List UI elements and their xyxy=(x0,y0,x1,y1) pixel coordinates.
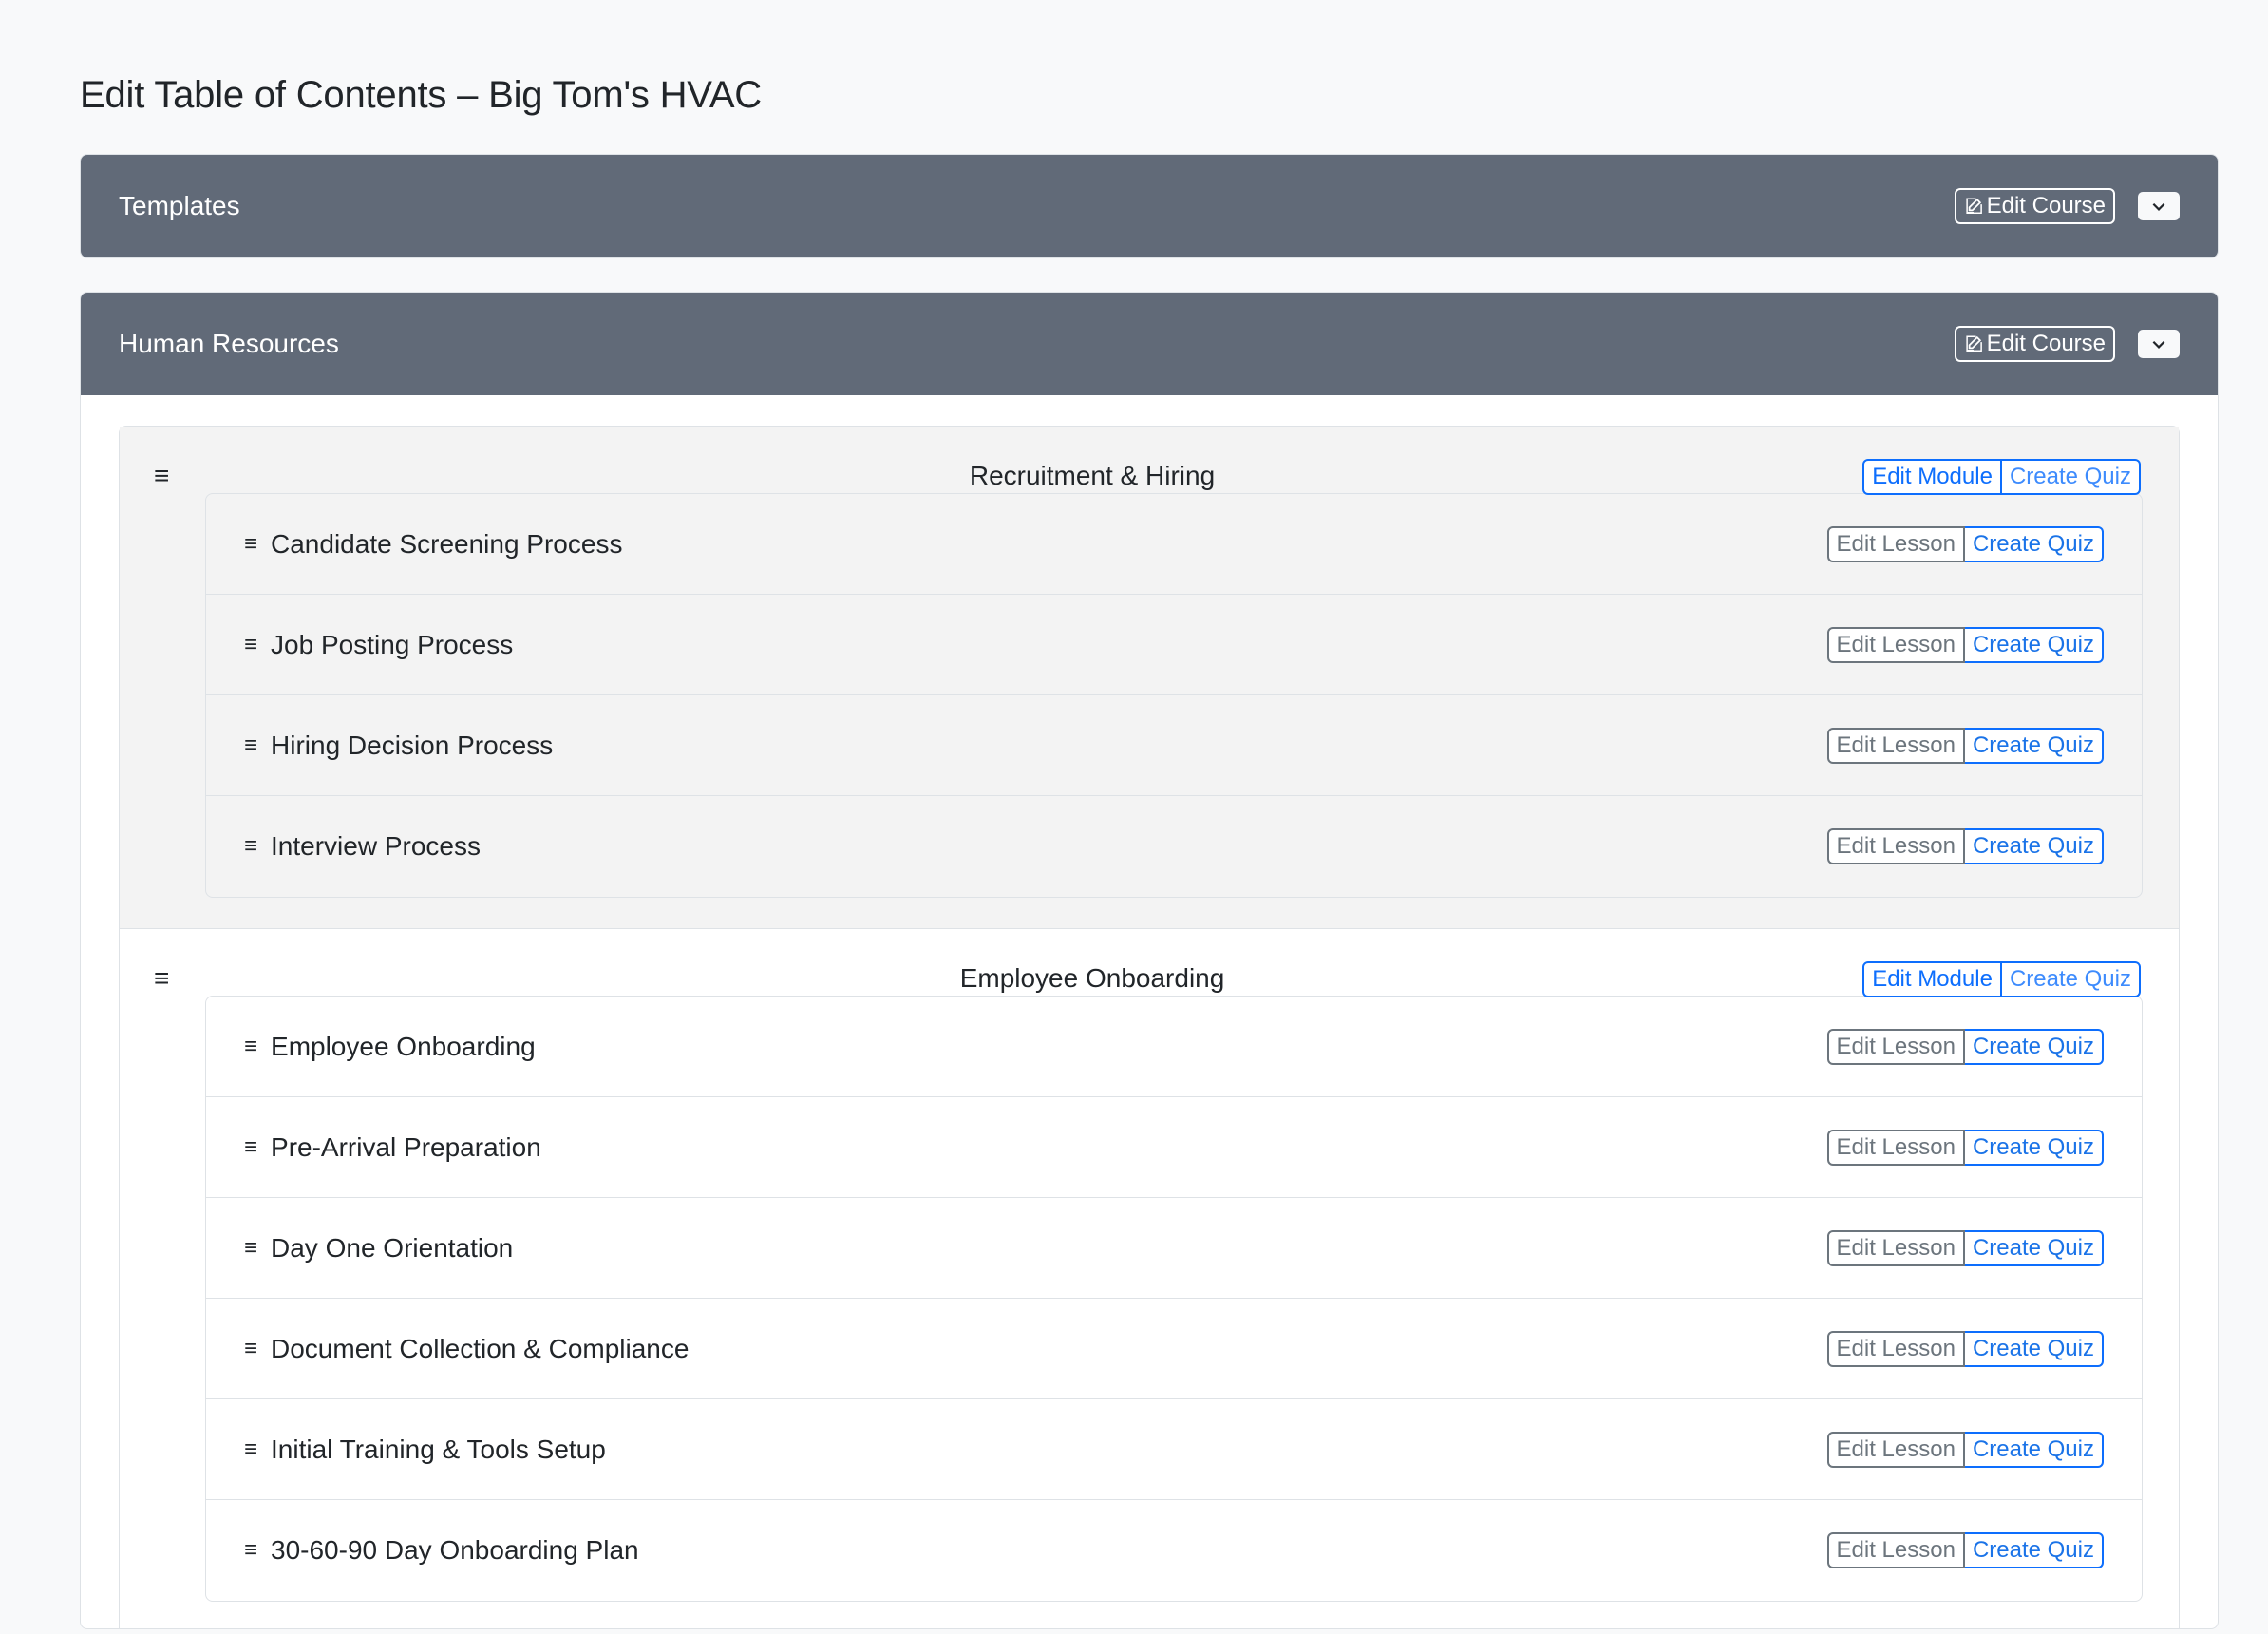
edit-lesson-button[interactable]: Edit Lesson xyxy=(1826,626,1965,663)
edit-lesson-button[interactable]: Edit Lesson xyxy=(1826,1330,1965,1367)
edit-icon xyxy=(1965,198,1982,214)
module-actions: Edit Module Create Quiz xyxy=(1862,961,2141,998)
course-header: Human Resources Edit Course xyxy=(81,293,2218,395)
lesson-title: Interview Process xyxy=(271,831,481,861)
edit-course-button[interactable]: Edit Course xyxy=(1954,188,2115,224)
lesson-row: ≡ 30-60-90 Day Onboarding Plan Edit Less… xyxy=(206,1500,2142,1601)
page-title: Edit Table of Contents – Big Tom's HVAC xyxy=(80,74,762,116)
edit-lesson-button[interactable]: Edit Lesson xyxy=(1826,1431,1965,1468)
create-quiz-button[interactable]: Create Quiz xyxy=(1964,1028,2104,1065)
module-header: ≡ Recruitment & Hiring Edit Module Creat… xyxy=(154,459,2141,495)
drag-handle-icon[interactable]: ≡ xyxy=(244,632,257,658)
create-quiz-button[interactable]: Create Quiz xyxy=(2001,459,2141,495)
lesson-actions: Edit Lesson Create Quiz xyxy=(1826,1431,2104,1468)
edit-module-button[interactable]: Edit Module xyxy=(1862,961,2002,998)
lesson-row: ≡ Initial Training & Tools Setup Edit Le… xyxy=(206,1399,2142,1500)
create-quiz-button[interactable]: Create Quiz xyxy=(1964,727,2104,764)
lesson-actions: Edit Lesson Create Quiz xyxy=(1826,626,2104,663)
lesson-title: Job Posting Process xyxy=(271,629,514,659)
lesson-row: ≡ Document Collection & Compliance Edit … xyxy=(206,1299,2142,1399)
lesson-title: Pre-Arrival Preparation xyxy=(271,1131,541,1162)
create-quiz-button[interactable]: Create Quiz xyxy=(1964,1229,2104,1266)
create-quiz-button[interactable]: Create Quiz xyxy=(1964,1330,2104,1367)
lesson-title: Candidate Screening Process xyxy=(271,528,623,559)
lesson-row: ≡ Day One Orientation Edit Lesson Create… xyxy=(206,1198,2142,1299)
collapse-toggle-button[interactable] xyxy=(2138,192,2180,220)
edit-lesson-button[interactable]: Edit Lesson xyxy=(1826,1129,1965,1166)
create-quiz-button[interactable]: Create Quiz xyxy=(1964,1129,2104,1166)
edit-lesson-button[interactable]: Edit Lesson xyxy=(1826,1229,1965,1266)
edit-icon xyxy=(1965,335,1982,352)
edit-lesson-button[interactable]: Edit Lesson xyxy=(1826,1028,1965,1065)
lesson-actions: Edit Lesson Create Quiz xyxy=(1826,1028,2104,1065)
lesson-title: Document Collection & Compliance xyxy=(271,1333,690,1363)
create-quiz-button[interactable]: Create Quiz xyxy=(1964,828,2104,864)
lesson-row: ≡ Job Posting Process Edit Lesson Create… xyxy=(206,595,2142,695)
create-quiz-button[interactable]: Create Quiz xyxy=(2001,961,2141,998)
course-card-human-resources: Human Resources Edit Course ≡ Recruitmen… xyxy=(80,292,2219,1629)
lesson-row: ≡ Hiring Decision Process Edit Lesson Cr… xyxy=(206,695,2142,796)
edit-module-button[interactable]: Edit Module xyxy=(1862,459,2002,495)
lesson-actions: Edit Lesson Create Quiz xyxy=(1826,525,2104,562)
drag-handle-icon[interactable]: ≡ xyxy=(244,1235,257,1262)
lesson-row: ≡ Candidate Screening Process Edit Lesso… xyxy=(206,494,2142,595)
drag-handle-icon[interactable]: ≡ xyxy=(244,1537,257,1564)
edit-course-button[interactable]: Edit Course xyxy=(1954,326,2115,362)
lesson-title: 30-60-90 Day Onboarding Plan xyxy=(271,1535,639,1565)
module-header: ≡ Employee Onboarding Edit Module Create… xyxy=(154,961,2141,998)
create-quiz-button[interactable]: Create Quiz xyxy=(1964,1532,2104,1568)
lesson-actions: Edit Lesson Create Quiz xyxy=(1826,1129,2104,1166)
course-title: Templates xyxy=(119,191,240,220)
lesson-actions: Edit Lesson Create Quiz xyxy=(1826,1330,2104,1367)
edit-lesson-button[interactable]: Edit Lesson xyxy=(1826,1532,1965,1568)
chevron-down-icon xyxy=(2152,202,2165,211)
lesson-list: ≡ Employee Onboarding Edit Lesson Create… xyxy=(205,996,2143,1602)
edit-lesson-button[interactable]: Edit Lesson xyxy=(1826,828,1965,864)
drag-handle-icon[interactable]: ≡ xyxy=(154,459,169,493)
lesson-title: Day One Orientation xyxy=(271,1232,514,1263)
module-list: ≡ Recruitment & Hiring Edit Module Creat… xyxy=(119,426,2180,1628)
module-title: Employee Onboarding xyxy=(959,963,1225,993)
lesson-list: ≡ Candidate Screening Process Edit Lesso… xyxy=(205,493,2143,898)
lesson-actions: Edit Lesson Create Quiz xyxy=(1826,828,2104,864)
module-employee-onboarding: ≡ Employee Onboarding Edit Module Create… xyxy=(120,929,2179,1628)
drag-handle-icon[interactable]: ≡ xyxy=(244,833,257,860)
drag-handle-icon[interactable]: ≡ xyxy=(244,531,257,558)
create-quiz-button[interactable]: Create Quiz xyxy=(1964,626,2104,663)
module-recruitment-hiring: ≡ Recruitment & Hiring Edit Module Creat… xyxy=(120,427,2179,929)
edit-course-label: Edit Course xyxy=(1986,331,2106,356)
course-body: ≡ Recruitment & Hiring Edit Module Creat… xyxy=(81,395,2218,1628)
chevron-down-icon xyxy=(2152,340,2165,349)
lesson-title: Hiring Decision Process xyxy=(271,730,554,760)
course-title: Human Resources xyxy=(119,329,339,358)
lesson-actions: Edit Lesson Create Quiz xyxy=(1826,1229,2104,1266)
course-header: Templates Edit Course xyxy=(81,155,2218,257)
lesson-row: ≡ Interview Process Edit Lesson Create Q… xyxy=(206,796,2142,897)
lesson-row: ≡ Pre-Arrival Preparation Edit Lesson Cr… xyxy=(206,1097,2142,1198)
module-actions: Edit Module Create Quiz xyxy=(1862,459,2141,495)
drag-handle-icon[interactable]: ≡ xyxy=(244,732,257,759)
lesson-title: Employee Onboarding xyxy=(271,1031,536,1061)
lesson-row: ≡ Employee Onboarding Edit Lesson Create… xyxy=(206,997,2142,1097)
create-quiz-button[interactable]: Create Quiz xyxy=(1964,525,2104,562)
drag-handle-icon[interactable]: ≡ xyxy=(244,1336,257,1362)
toc-page: Edit Table of Contents – Big Tom's HVAC … xyxy=(0,0,2219,1629)
edit-lesson-button[interactable]: Edit Lesson xyxy=(1826,525,1965,562)
lesson-title: Initial Training & Tools Setup xyxy=(271,1434,606,1464)
drag-handle-icon[interactable]: ≡ xyxy=(244,1436,257,1463)
drag-handle-icon[interactable]: ≡ xyxy=(244,1134,257,1161)
module-title: Recruitment & Hiring xyxy=(969,461,1216,490)
create-quiz-button[interactable]: Create Quiz xyxy=(1964,1431,2104,1468)
lesson-actions: Edit Lesson Create Quiz xyxy=(1826,727,2104,764)
drag-handle-icon[interactable]: ≡ xyxy=(244,1034,257,1060)
lesson-actions: Edit Lesson Create Quiz xyxy=(1826,1532,2104,1568)
drag-handle-icon[interactable]: ≡ xyxy=(154,961,169,996)
edit-lesson-button[interactable]: Edit Lesson xyxy=(1826,727,1965,764)
edit-course-label: Edit Course xyxy=(1986,193,2106,218)
collapse-toggle-button[interactable] xyxy=(2138,330,2180,358)
course-card-templates: Templates Edit Course xyxy=(80,154,2219,258)
